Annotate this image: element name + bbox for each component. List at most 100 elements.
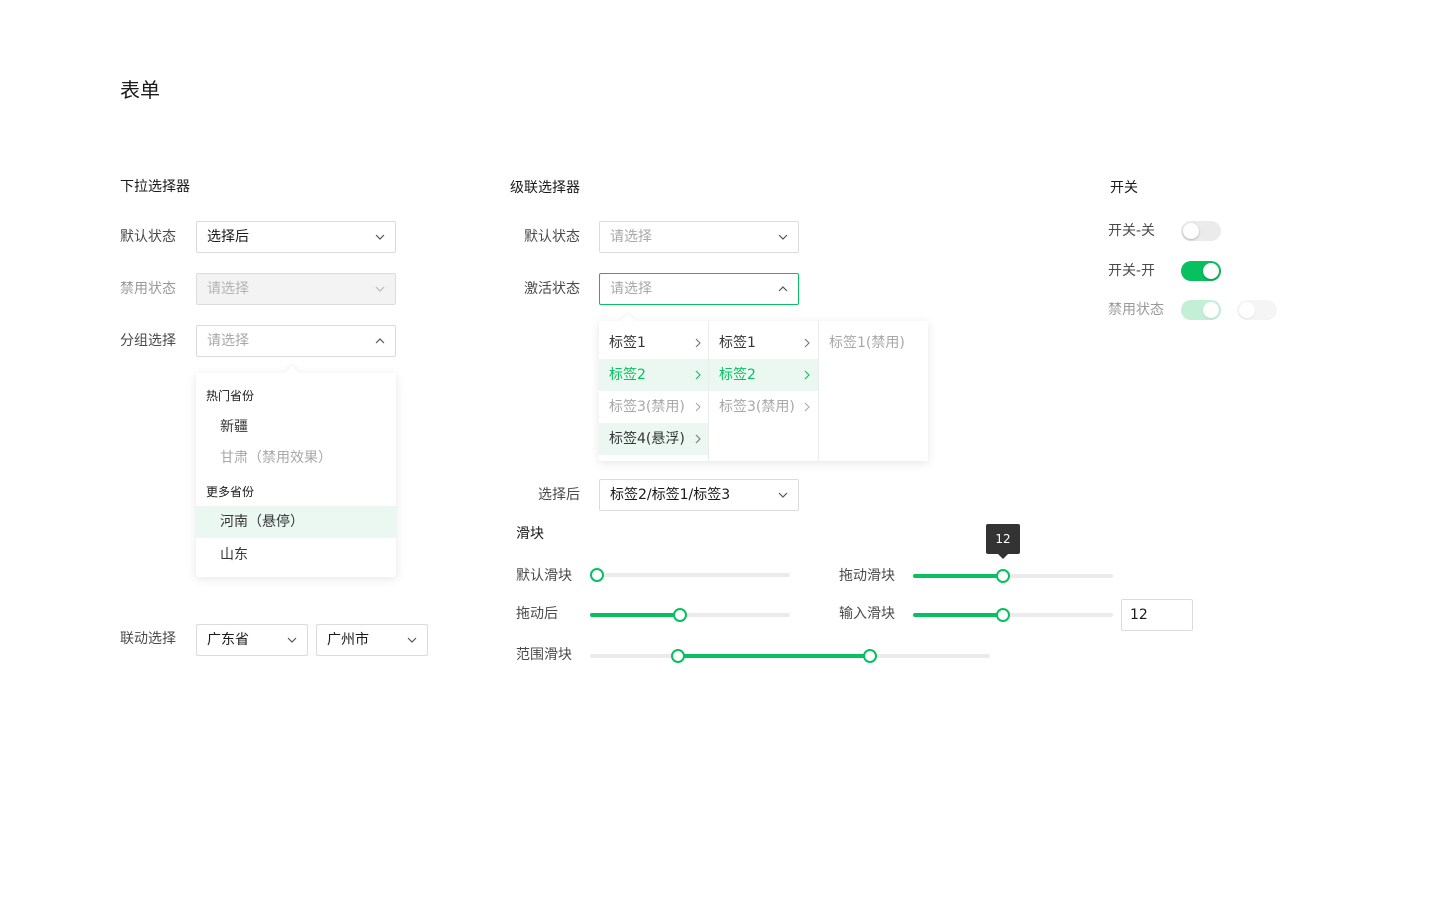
cascader-col1-item-disabled: 标签3(禁用) <box>599 391 709 423</box>
chevron-up-icon <box>375 326 385 356</box>
slider-range-label: 范围滑块 <box>516 647 572 663</box>
dropdown-disabled-placeholder: 请选择 <box>207 281 249 297</box>
dropdown-default-value: 选择后 <box>207 229 249 245</box>
dropdown-default-select[interactable]: 选择后 <box>196 221 396 253</box>
city-select[interactable]: 广州市 <box>316 624 428 656</box>
dropdown-default-label: 默认状态 <box>120 229 176 245</box>
chevron-right-icon <box>695 370 701 380</box>
slider-after-drag[interactable] <box>590 608 790 622</box>
dropdown-group-panel: 热门省份 新疆 甘肃（禁用效果） 更多省份 河南（悬停） 山东 <box>196 365 396 577</box>
switch-knob <box>1203 302 1219 318</box>
slider-fill <box>913 613 1003 617</box>
chevron-down-icon <box>778 480 788 510</box>
slider-dragging-label: 拖动滑块 <box>839 568 895 584</box>
dropdown-linked-label: 联动选择 <box>120 631 176 647</box>
slider-handle[interactable] <box>996 608 1010 622</box>
slider-default-label: 默认滑块 <box>516 568 572 584</box>
switch-section-title: 开关 <box>1110 180 1138 196</box>
dropdown-group-select[interactable]: 请选择 <box>196 325 396 357</box>
chevron-right-icon <box>695 402 701 412</box>
option-henan-hover[interactable]: 河南（悬停） <box>196 506 396 538</box>
option-xinjiang[interactable]: 新疆 <box>196 411 396 443</box>
slider-with-input[interactable] <box>913 608 1113 622</box>
dropdown-group-placeholder: 请选择 <box>207 333 249 349</box>
cascader-col2-item[interactable]: 标签1 <box>709 327 818 359</box>
group-title-hot: 热门省份 <box>206 389 255 403</box>
page-title: 表单 <box>120 78 160 102</box>
slider-dragging[interactable]: 12 <box>913 524 1113 583</box>
slider-fill <box>913 574 1003 578</box>
city-value: 广州市 <box>327 632 369 648</box>
slider-range[interactable] <box>590 649 990 663</box>
cascader-col1-item-selected[interactable]: 标签2 <box>599 359 709 391</box>
cascader-col1-item[interactable]: 标签1 <box>599 327 709 359</box>
cascader-column-2: 标签1 标签2 标签3(禁用) <box>708 321 818 461</box>
chevron-right-icon <box>695 338 701 348</box>
slider-tooltip: 12 <box>986 524 1020 559</box>
cascader-col2-item-selected[interactable]: 标签2 <box>709 359 818 391</box>
slider-default[interactable] <box>590 568 790 582</box>
cascader-column-1: 标签1 标签2 标签3(禁用) 标签4(悬浮) <box>599 321 709 461</box>
slider-range-start-handle[interactable] <box>671 649 685 663</box>
slider-handle[interactable] <box>996 569 1010 583</box>
cascader-default-label: 默认状态 <box>524 229 580 245</box>
dropdown-disabled-select: 请选择 <box>196 273 396 305</box>
cascader-item-label: 标签1(禁用) <box>829 335 905 351</box>
cascader-item-label: 标签4(悬浮) <box>609 431 685 447</box>
slider-range-fill <box>678 654 870 658</box>
cascader-panel: 标签1 标签2 标签3(禁用) 标签4(悬浮) 标签1 标签2 标签3(禁用) <box>599 313 928 461</box>
switch-on[interactable] <box>1181 261 1221 281</box>
slider-input-label: 输入滑块 <box>839 606 895 622</box>
switch-knob <box>1239 302 1255 318</box>
switch-disabled-off <box>1237 300 1277 320</box>
switch-knob <box>1203 263 1219 279</box>
province-value: 广东省 <box>207 632 249 648</box>
cascader-item-label: 标签2 <box>719 367 756 383</box>
cascader-col3-item-disabled: 标签1(禁用) <box>819 327 928 359</box>
slider-value-input[interactable]: 12 <box>1121 599 1193 631</box>
cascader-column-3: 标签1(禁用) <box>818 321 928 461</box>
dropdown-group-label: 分组选择 <box>120 333 176 349</box>
switch-knob <box>1183 223 1199 239</box>
group-title-more: 更多省份 <box>206 485 255 499</box>
slider-handle[interactable] <box>590 568 604 582</box>
switch-disabled-on <box>1181 300 1221 320</box>
slider-handle[interactable] <box>673 608 687 622</box>
cascader-col2-item-disabled: 标签3(禁用) <box>709 391 818 423</box>
option-gansu-disabled: 甘肃（禁用效果） <box>220 450 332 466</box>
cascader-active-placeholder: 请选择 <box>610 281 652 297</box>
dropdown-section-title: 下拉选择器 <box>120 179 190 195</box>
slider-section-title: 滑块 <box>516 526 544 542</box>
cascader-selected-value: 标签2/标签1/标签3 <box>610 487 731 503</box>
cascader-item-label: 标签2 <box>609 367 646 383</box>
cascader-item-label: 标签3(禁用) <box>719 399 795 415</box>
chevron-right-icon <box>804 402 810 412</box>
cascader-default-placeholder: 请选择 <box>610 229 652 245</box>
chevron-right-icon <box>804 370 810 380</box>
chevron-down-icon <box>375 222 385 252</box>
cascader-item-label: 标签1 <box>609 335 646 351</box>
chevron-right-icon <box>804 338 810 348</box>
switch-off-label: 开关-关 <box>1108 223 1156 239</box>
slider-fill <box>590 613 680 617</box>
chevron-down-icon <box>375 274 385 304</box>
dropdown-disabled-label: 禁用状态 <box>120 281 176 297</box>
chevron-down-icon <box>778 222 788 252</box>
cascader-selected-select[interactable]: 标签2/标签1/标签3 <box>599 479 799 511</box>
switch-disabled-label: 禁用状态 <box>1108 302 1164 318</box>
switch-on-label: 开关-开 <box>1108 263 1156 279</box>
panel-caret <box>284 365 300 381</box>
cascader-col1-item-hover[interactable]: 标签4(悬浮) <box>599 423 709 455</box>
cascader-selected-label: 选择后 <box>538 487 580 503</box>
chevron-right-icon <box>695 434 701 444</box>
option-shandong[interactable]: 山东 <box>196 539 396 571</box>
cascader-default-select[interactable]: 请选择 <box>599 221 799 253</box>
cascader-item-label: 标签3(禁用) <box>609 399 685 415</box>
cascader-active-select[interactable]: 请选择 <box>599 273 799 305</box>
cascader-section-title: 级联选择器 <box>510 180 580 196</box>
cascader-active-label: 激活状态 <box>524 281 580 297</box>
slider-range-end-handle[interactable] <box>863 649 877 663</box>
province-select[interactable]: 广东省 <box>196 624 308 656</box>
switch-off[interactable] <box>1181 221 1221 241</box>
chevron-down-icon <box>407 625 417 655</box>
